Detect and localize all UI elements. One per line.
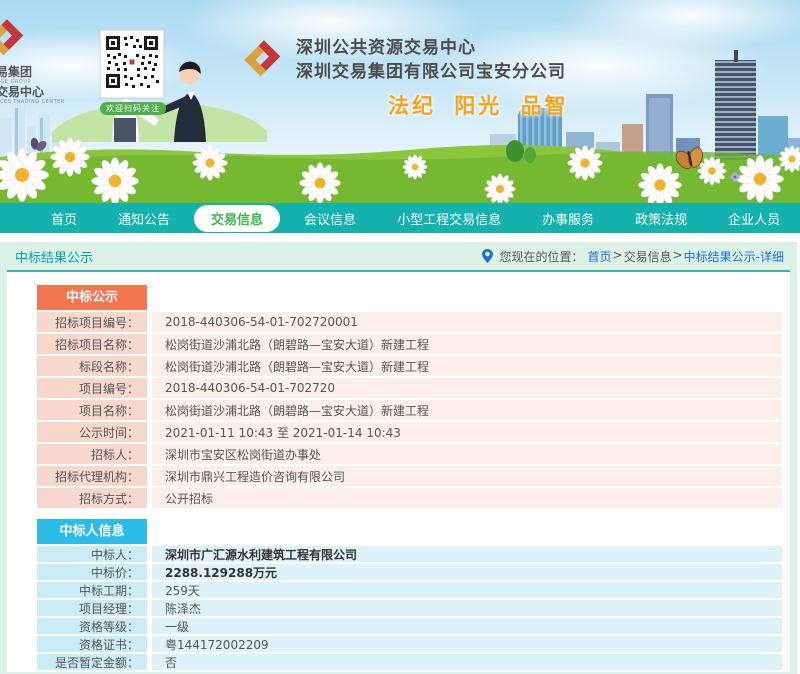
section-gap — [37, 510, 790, 519]
field-label: 中标价： — [37, 564, 147, 580]
brand: 深圳公共资源交易中心 深圳交易集团有限公司宝安分公司 — [241, 36, 566, 84]
field-label: 中标工期： — [37, 582, 147, 598]
field-value: 深圳市广汇源水利建筑工程有限公司 — [152, 546, 782, 562]
field-row: 是否暂定金额： 否 — [37, 654, 782, 670]
field-label: 招标项目编号： — [37, 312, 147, 332]
field-label: 招标代理机构： — [37, 466, 147, 486]
qr-code — [100, 30, 164, 98]
nav-item-5[interactable]: 办事服务 — [525, 205, 611, 232]
breadcrumb-link[interactable]: 中标结果公示-详细 — [684, 248, 784, 265]
field-label: 资格等级： — [37, 618, 147, 634]
field-value: 松岗街道沙浦北路（朗碧路—宝安大道）新建工程 — [152, 400, 782, 420]
left-logo-line2: 源交易中心 — [0, 86, 104, 99]
field-label: 招标人： — [37, 444, 147, 464]
slogan-text: 法纪 阳光 品智 — [388, 90, 569, 120]
breadcrumb-separator: 交易信息 — [624, 248, 672, 265]
field-value: 一级 — [152, 618, 782, 634]
qr-block: 欢迎扫码关注 — [100, 30, 164, 115]
brand-name-line1: 深圳公共资源交易中心 — [296, 36, 566, 60]
section-header: 中标公示 — [37, 285, 147, 310]
field-row: 资格等级： 一级 — [37, 618, 782, 634]
field-value: 2018-440306-54-01-702720001 — [152, 312, 782, 332]
field-row: 中标工期： 259天 — [37, 582, 782, 598]
section-0: 中标公示招标项目编号：2018-440306-54-01-702720001招标… — [37, 285, 782, 508]
field-row: 标段名称：松岗街道沙浦北路（朗碧路—宝安大道）新建工程 — [37, 356, 782, 376]
nav-item-6[interactable]: 政策法规 — [618, 205, 704, 232]
title-bar: 中标结果公示 您现在的位置： 首页>交易信息>中标结果公示-详细 — [7, 242, 790, 272]
qr-caption: 欢迎扫码关注 — [100, 102, 166, 115]
field-label: 公示时间： — [37, 422, 147, 442]
field-value: 否 — [152, 654, 782, 670]
field-value: 公开招标 — [152, 488, 782, 508]
field-row: 项目名称：松岗街道沙浦北路（朗碧路—宝安大道）新建工程 — [37, 400, 782, 420]
field-value: 259天 — [152, 582, 782, 598]
field-row: 中标价： 2288.129288万元 — [37, 564, 782, 580]
page: 交易集团 CHANGE GROUP 源交易中心 SOURCES TRADING … — [0, 0, 800, 674]
field-label: 招标项目名称： — [37, 334, 147, 354]
nav-item-3[interactable]: 会议信息 — [287, 205, 373, 232]
field-row: 招标人：深圳市宝安区松岗街道办事处 — [37, 444, 782, 464]
breadcrumb-separator: > — [613, 248, 623, 265]
header-banner: 交易集团 CHANGE GROUP 源交易中心 SOURCES TRADING … — [0, 0, 800, 203]
field-label: 招标方式： — [37, 488, 147, 508]
nav-item-4[interactable]: 小型工程交易信息 — [380, 205, 518, 232]
field-row: 招标项目名称：松岗街道沙浦北路（朗碧路—宝安大道）新建工程 — [37, 334, 782, 354]
breadcrumb-trail: 首页>交易信息>中标结果公示-详细 — [588, 248, 785, 265]
field-row: 招标项目编号：2018-440306-54-01-702720001 — [37, 312, 782, 332]
field-label: 资格证书： — [37, 636, 147, 652]
nav-item-7[interactable]: 企业人员 — [711, 205, 797, 232]
field-label: 是否暂定金额： — [37, 654, 147, 670]
field-row: 招标代理机构：深圳市鼎兴工程造价咨询有限公司 — [37, 466, 782, 486]
location-pin-icon — [482, 249, 493, 263]
brand-name-line2: 深圳交易集团有限公司宝安分公司 — [296, 60, 566, 84]
main-nav: 首页通知公告交易信息会议信息小型工程交易信息办事服务政策法规企业人员 — [0, 203, 800, 233]
field-row: 招标方式：公开招标 — [37, 488, 782, 508]
field-value: 松岗街道沙浦北路（朗碧路—宝安大道）新建工程 — [152, 334, 782, 354]
field-row: 中标人： 深圳市广汇源水利建筑工程有限公司 — [37, 546, 782, 562]
field-label: 项目编号： — [37, 378, 147, 398]
breadcrumb-location-label: 您现在的位置： — [499, 248, 583, 265]
field-value: 2018-440306-54-01-702720 — [152, 378, 782, 398]
breadcrumb: 您现在的位置： 首页>交易信息>中标结果公示-详细 — [482, 248, 784, 265]
field-value: 2288.129288万元 — [152, 564, 782, 580]
nav-item-2[interactable]: 交易信息 — [194, 205, 280, 232]
field-row: 资格证书： 粤144172002209 — [37, 636, 782, 652]
field-value: 2021-01-11 10:43 至 2021-01-14 10:43 — [152, 422, 782, 442]
breadcrumb-separator: > — [673, 248, 683, 265]
butterfly-icon — [27, 137, 50, 155]
field-value: 粤144172002209 — [152, 636, 782, 652]
left-logo-line1: 交易集团 — [0, 66, 104, 79]
field-row: 公示时间：2021-01-11 10:43 至 2021-01-14 10:43 — [37, 422, 782, 442]
left-logo: 交易集团 CHANGE GROUP 源交易中心 SOURCES TRADING … — [0, 16, 104, 106]
nav-item-1[interactable]: 通知公告 — [101, 205, 187, 232]
nav-item-0[interactable]: 首页 — [34, 205, 94, 232]
section-1: 中标人信息中标人： 深圳市广汇源水利建筑工程有限公司中标价： 2288.129288… — [37, 519, 782, 670]
field-label: 标段名称： — [37, 356, 147, 376]
left-logo-icon — [0, 16, 30, 62]
field-label: 项目经理： — [37, 600, 147, 616]
nav-items: 首页通知公告交易信息会议信息小型工程交易信息办事服务政策法规企业人员 — [34, 205, 797, 232]
page-title: 中标结果公示 — [15, 247, 93, 266]
field-label: 项目名称： — [37, 400, 147, 420]
field-value: 陈泽杰 — [152, 600, 782, 616]
field-row: 项目编号：2018-440306-54-01-702720 — [37, 378, 782, 398]
field-value: 深圳市鼎兴工程造价咨询有限公司 — [152, 466, 782, 486]
field-value: 深圳市宝安区松岗街道办事处 — [152, 444, 782, 464]
breadcrumb-link[interactable]: 首页 — [588, 248, 612, 265]
section-header: 中标人信息 — [37, 519, 147, 544]
field-value: 松岗街道沙浦北路（朗碧路—宝安大道）新建工程 — [152, 356, 782, 376]
content-panel: 中标结果公示 您现在的位置： 首页>交易信息>中标结果公示-详细 中标公示招标项… — [0, 242, 797, 674]
brand-logo-icon — [241, 37, 287, 83]
field-row: 项目经理： 陈泽杰 — [37, 600, 782, 616]
grass-band — [0, 137, 800, 203]
detail-tables: 中标公示招标项目编号：2018-440306-54-01-702720001招标… — [7, 272, 790, 672]
field-label: 中标人： — [37, 546, 147, 562]
left-logo-line2-en: SOURCES TRADING CENTER — [0, 99, 104, 106]
